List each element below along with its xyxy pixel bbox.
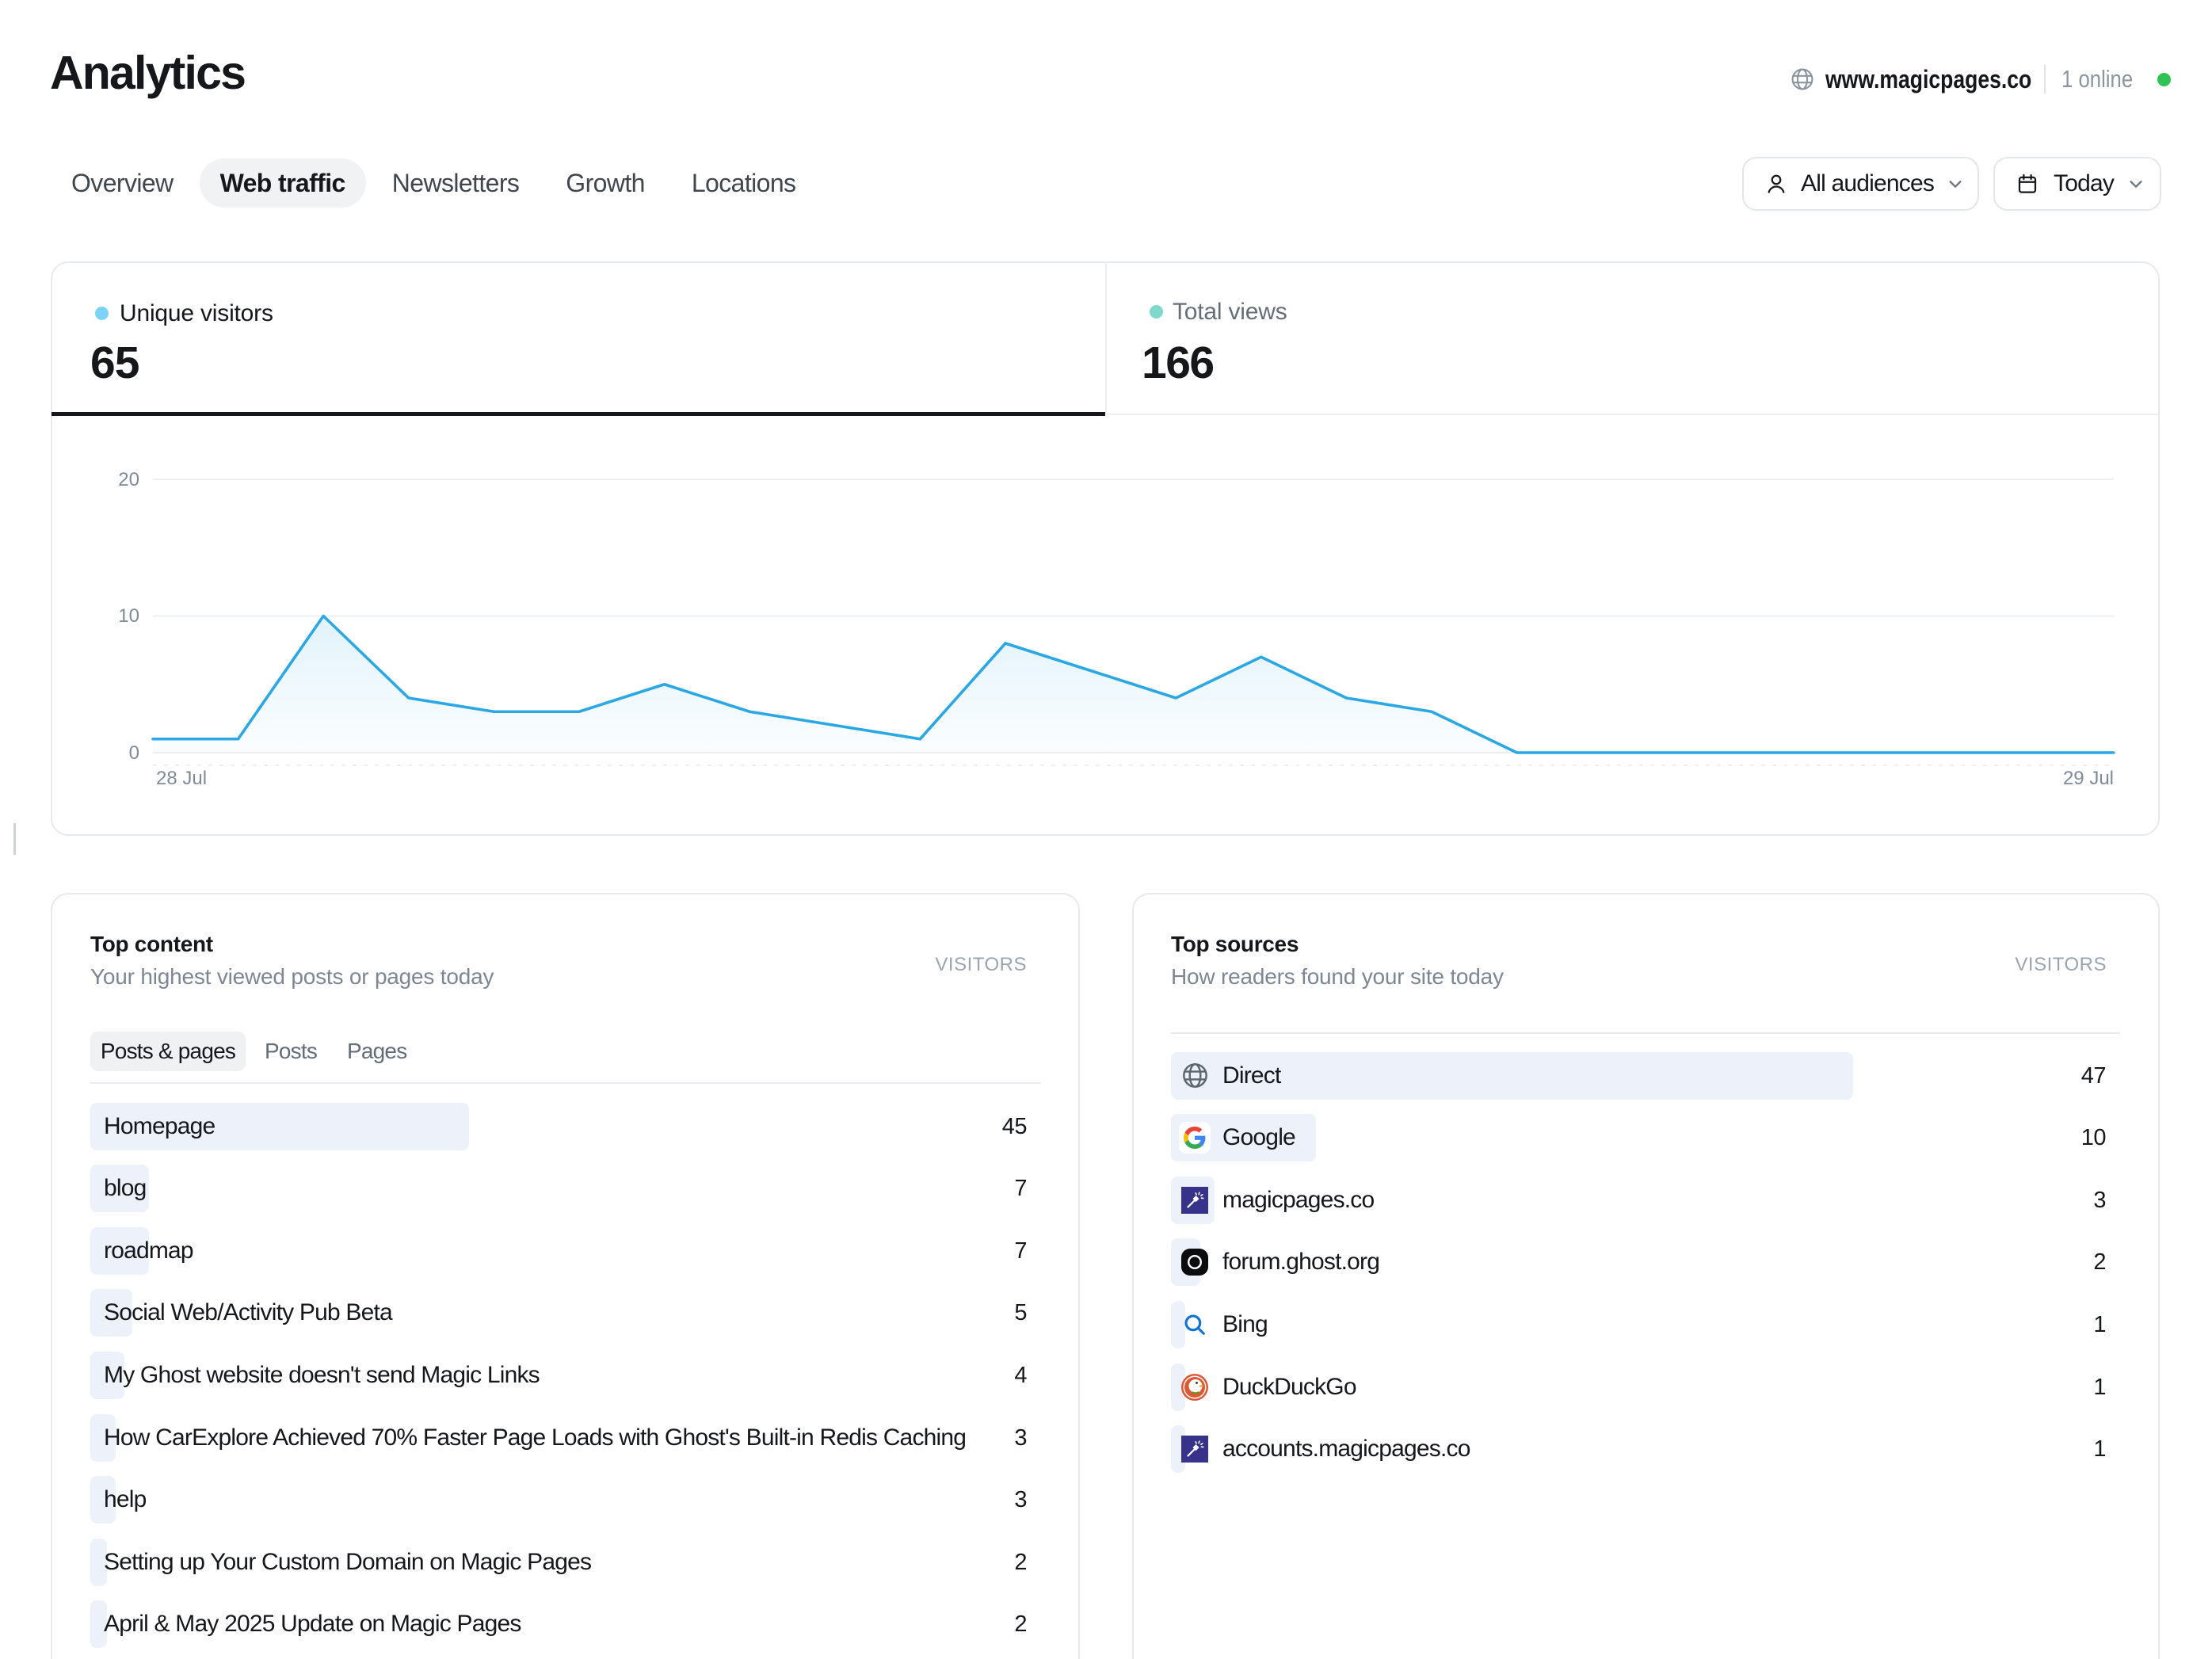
svg-text:28 Jul: 28 Jul bbox=[156, 768, 207, 789]
svg-text:10: 10 bbox=[118, 605, 139, 627]
svg-text:0: 0 bbox=[129, 742, 139, 764]
svg-text:29 Jul: 29 Jul bbox=[2063, 768, 2114, 789]
svg-text:20: 20 bbox=[118, 469, 139, 490]
